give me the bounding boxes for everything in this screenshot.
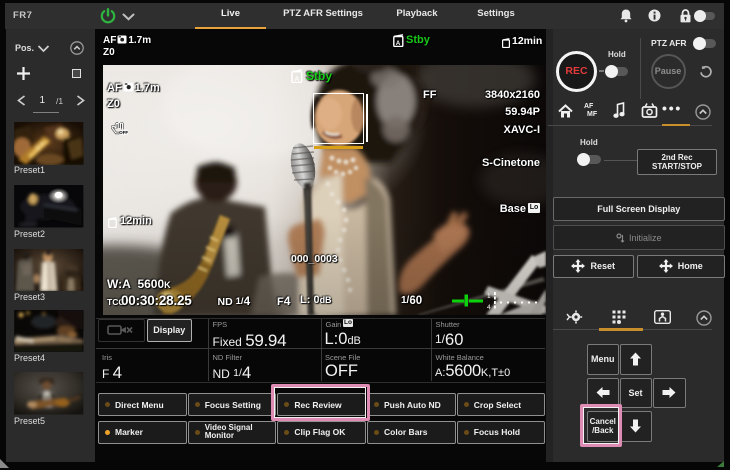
svg-text:1: 1: [487, 293, 491, 300]
svg-text:A: A: [295, 76, 300, 83]
svg-text:4: 4: [487, 304, 491, 310]
svg-text:A: A: [396, 41, 401, 47]
svg-text:OFF: OFF: [119, 130, 128, 135]
